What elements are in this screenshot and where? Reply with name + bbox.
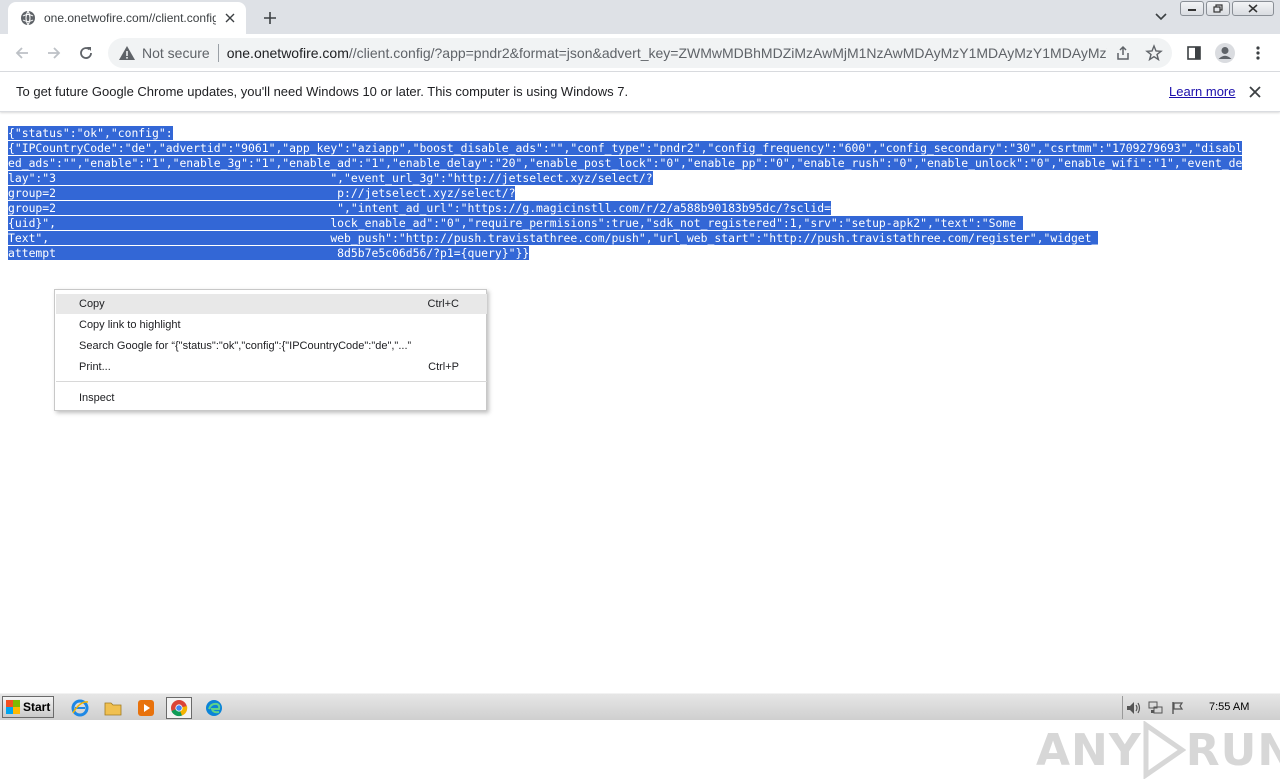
inspect-label: Inspect [79, 392, 115, 404]
selected-json-text: attempt 8d5b7e5c06d56/?p1={query}"}} [8, 246, 530, 260]
windows-logo-icon [6, 700, 20, 714]
selected-json-text: lay":"3 ","event_url_3g":"http://jetsele… [8, 171, 653, 185]
chrome-taskbar-icon[interactable] [166, 697, 192, 719]
copy-label: Copy [79, 298, 105, 310]
omnibox-divider [217, 44, 219, 62]
json-line: ed_ads":"","enable":"1","enable_3g":"1",… [8, 156, 1274, 171]
context-menu-copy-link-to-highlight[interactable]: Copy link to highlight [56, 315, 487, 335]
json-line: Text", web_push":"http://push.travistath… [8, 231, 1274, 246]
tab-active[interactable]: one.onetwofire.com//client.config/?a [8, 2, 246, 34]
url-path: //client.config/?app=pndr2&format=json&a… [348, 45, 1107, 61]
edge-icon[interactable] [201, 697, 227, 719]
media-player-icon[interactable] [133, 697, 159, 719]
close-window-button[interactable] [1232, 1, 1274, 16]
url-host: one.onetwofire.com [226, 45, 349, 61]
tab-strip: one.onetwofire.com//client.config/?a [0, 0, 1280, 34]
reload-button[interactable] [72, 39, 100, 67]
address-bar[interactable]: Not secure one.onetwofire.com//client.co… [108, 38, 1172, 68]
selected-json-text: {uid}", lock_enable_ad":"0","require_per… [8, 216, 1023, 230]
file-explorer-icon[interactable] [100, 697, 126, 719]
volume-icon[interactable] [1123, 697, 1145, 719]
system-tray: 7:55 AM [1122, 696, 1278, 719]
json-line: {"IPCountryCode":"de","advertid":"9061",… [8, 141, 1274, 156]
context-menu: Copy Ctrl+C Copy link to highlight Searc… [54, 289, 487, 411]
selected-json-text: group=2 p://jetselect.xyz/select/? [8, 186, 516, 200]
profile-avatar-icon[interactable] [1211, 39, 1239, 67]
watermark-run: RUN [1185, 724, 1280, 776]
context-menu-search-google[interactable]: Search Google for “{"status":"ok","confi… [56, 336, 487, 356]
copy-shortcut: Ctrl+C [427, 298, 459, 310]
watermark-any: ANY [1036, 724, 1142, 776]
new-tab-button[interactable] [259, 7, 281, 29]
start-label: Start [23, 700, 51, 714]
action-center-flag-icon[interactable] [1167, 697, 1189, 719]
json-line: lay":"3 ","event_url_3g":"http://jetsele… [8, 171, 1274, 186]
bookmark-star-icon[interactable] [1145, 44, 1163, 62]
selected-json-text: Text", web_push":"http://push.travistath… [8, 231, 1099, 245]
windows-taskbar: Start 7:55 AM [0, 693, 1280, 720]
copy-link-highlight-label: Copy link to highlight [79, 319, 181, 331]
restore-button[interactable] [1206, 1, 1230, 16]
page-content: {"status":"ok","config": {"IPCountryCode"… [0, 113, 1280, 779]
close-infobar-icon[interactable] [1247, 84, 1263, 100]
json-line: group=2 p://jetselect.xyz/select/? [8, 186, 1274, 201]
print-label: Print... [79, 361, 111, 373]
internet-explorer-icon[interactable] [67, 697, 93, 719]
json-line: {"status":"ok","config": [8, 126, 1274, 141]
anyrun-watermark: ANY RUN [1036, 721, 1280, 779]
context-menu-inspect[interactable]: Inspect [56, 388, 487, 408]
security-label[interactable]: Not secure [142, 45, 210, 61]
infobar-message: To get future Google Chrome updates, you… [16, 84, 629, 99]
close-tab-icon[interactable] [222, 10, 238, 26]
print-shortcut: Ctrl+P [428, 361, 459, 373]
selected-json-text: ed_ads":"","enable":"1","enable_3g":"1",… [8, 156, 1243, 170]
kebab-menu-icon[interactable] [1244, 39, 1272, 67]
taskbar-clock[interactable]: 7:55 AM [1209, 701, 1249, 713]
back-button[interactable] [8, 39, 36, 67]
start-button[interactable]: Start [2, 696, 54, 718]
share-icon[interactable] [1114, 44, 1132, 62]
context-menu-divider [56, 381, 487, 382]
tab-search-chevron-icon[interactable] [1150, 8, 1172, 26]
side-panel-icon[interactable] [1180, 39, 1208, 67]
warning-icon[interactable] [118, 44, 136, 62]
selected-json-text: {"status":"ok","config": [8, 126, 173, 140]
minimize-button[interactable] [1180, 1, 1204, 16]
watermark-play-icon [1143, 721, 1186, 779]
url-text[interactable]: one.onetwofire.com//client.config/?app=p… [227, 45, 1107, 61]
selected-json-text: group=2 ","intent_ad_url":"https://g.mag… [8, 201, 831, 215]
forward-button[interactable] [40, 39, 68, 67]
learn-more-link[interactable]: Learn more [1169, 84, 1235, 99]
globe-icon [20, 10, 36, 26]
selected-json-text: {"IPCountryCode":"de","advertid":"9061",… [8, 141, 1243, 155]
json-response-text: {"status":"ok","config": {"IPCountryCode"… [8, 126, 1274, 261]
search-google-label: Search Google for “{"status":"ok","confi… [79, 340, 412, 352]
context-menu-copy[interactable]: Copy Ctrl+C [56, 294, 487, 314]
json-line: {uid}", lock_enable_ad":"0","require_per… [8, 216, 1274, 231]
json-line: group=2 ","intent_ad_url":"https://g.mag… [8, 201, 1274, 216]
json-line: attempt 8d5b7e5c06d56/?p1={query}"}} [8, 246, 1274, 261]
update-infobar: To get future Google Chrome updates, you… [0, 72, 1280, 112]
browser-toolbar: Not secure one.onetwofire.com//client.co… [0, 34, 1280, 72]
window-controls [1180, 1, 1274, 16]
network-icon[interactable] [1145, 697, 1167, 719]
tab-title: one.onetwofire.com//client.config/?a [44, 11, 216, 25]
context-menu-print[interactable]: Print... Ctrl+P [56, 357, 487, 377]
